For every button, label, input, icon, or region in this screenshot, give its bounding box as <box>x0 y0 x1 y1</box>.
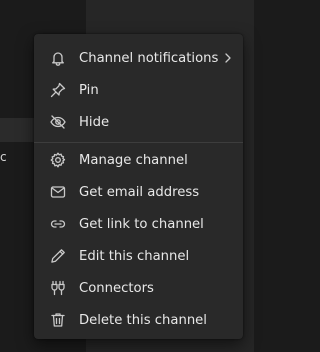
chevron-right-icon <box>223 50 233 66</box>
menu-item-label: Edit this channel <box>79 248 190 264</box>
menu-item-label: Connectors <box>79 280 154 296</box>
menu-item-hide[interactable]: Hide <box>34 106 243 138</box>
menu-item-connectors[interactable]: Connectors <box>34 272 243 304</box>
menu-item-pin[interactable]: Pin <box>34 74 243 106</box>
menu-item-edit-this-channel[interactable]: Edit this channel <box>34 240 243 272</box>
pin-icon <box>49 81 67 99</box>
menu-item-label: Get link to channel <box>79 216 204 232</box>
plug-icon <box>49 279 67 297</box>
pencil-icon <box>49 247 67 265</box>
eye-off-icon <box>49 113 67 131</box>
link-icon <box>49 215 67 233</box>
menu-item-get-link-to-channel[interactable]: Get link to channel <box>34 208 243 240</box>
menu-item-label: Channel notifications <box>79 50 219 66</box>
menu-item-label: Hide <box>79 114 110 130</box>
menu-item-label: Pin <box>79 82 99 98</box>
menu-divider <box>34 142 243 143</box>
channel-context-menu: Channel notifications Pin Hide Manage ch… <box>34 34 243 339</box>
mail-icon <box>49 183 67 201</box>
menu-item-label: Delete this channel <box>79 312 207 328</box>
menu-item-channel-notifications[interactable]: Channel notifications <box>34 42 243 74</box>
gear-icon <box>49 151 67 169</box>
menu-item-delete-this-channel[interactable]: Delete this channel <box>34 304 243 336</box>
truncated-channel-text: c <box>0 150 7 164</box>
menu-item-label: Manage channel <box>79 152 188 168</box>
menu-item-manage-channel[interactable]: Manage channel <box>34 144 243 176</box>
menu-item-label: Get email address <box>79 184 200 200</box>
trash-icon <box>49 311 67 329</box>
bell-icon <box>49 49 67 67</box>
menu-item-get-email-address[interactable]: Get email address <box>34 176 243 208</box>
